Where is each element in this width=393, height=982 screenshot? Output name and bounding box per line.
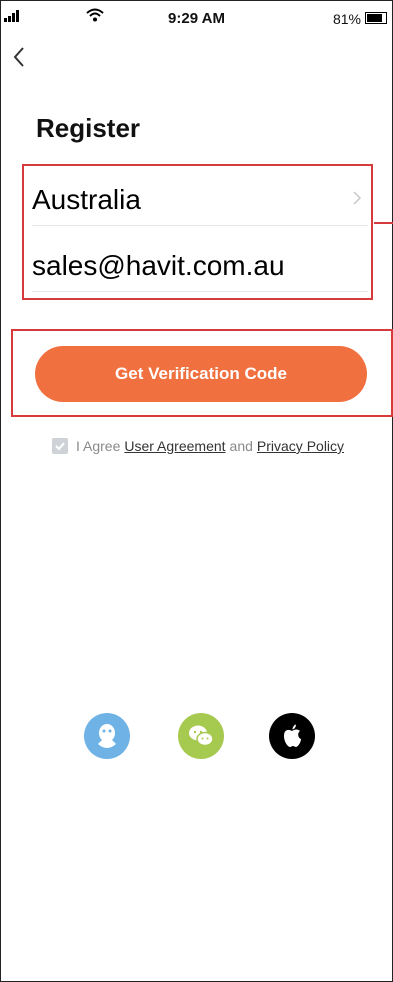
divider xyxy=(32,291,368,292)
status-bar: 9:29 AM 81% xyxy=(0,0,393,40)
agreement-row: I Agree User Agreement and Privacy Polic… xyxy=(52,437,348,455)
get-verification-code-button[interactable]: Get Verification Code xyxy=(35,346,367,402)
wechat-login-button[interactable] xyxy=(178,713,224,759)
qq-icon xyxy=(98,724,116,748)
country-selector[interactable]: Australia xyxy=(32,170,368,226)
email-field[interactable]: sales@havit.com.au xyxy=(32,236,368,292)
email-value: sales@havit.com.au xyxy=(32,250,285,281)
agree-checkbox[interactable] xyxy=(52,438,68,454)
qq-login-button[interactable] xyxy=(84,713,130,759)
annotation-pointer xyxy=(374,222,393,224)
page-title: Register xyxy=(36,113,141,143)
battery-fill xyxy=(367,14,382,22)
device-frame xyxy=(0,0,393,982)
battery-percent: 81% xyxy=(332,11,361,27)
privacy-policy-link[interactable]: Privacy Policy xyxy=(257,438,344,454)
chevron-right-icon xyxy=(353,191,362,205)
country-value: Australia xyxy=(32,184,141,215)
apple-login-button[interactable] xyxy=(269,713,315,759)
agree-prefix: I Agree xyxy=(76,438,121,454)
agree-conjunction: and xyxy=(229,438,253,454)
battery-icon xyxy=(365,12,387,24)
user-agreement-link[interactable]: User Agreement xyxy=(124,438,225,454)
back-chevron-icon[interactable] xyxy=(8,42,32,72)
wechat-icon xyxy=(189,725,214,747)
checkmark-icon xyxy=(55,442,65,451)
divider xyxy=(32,225,368,226)
apple-icon xyxy=(284,724,301,747)
